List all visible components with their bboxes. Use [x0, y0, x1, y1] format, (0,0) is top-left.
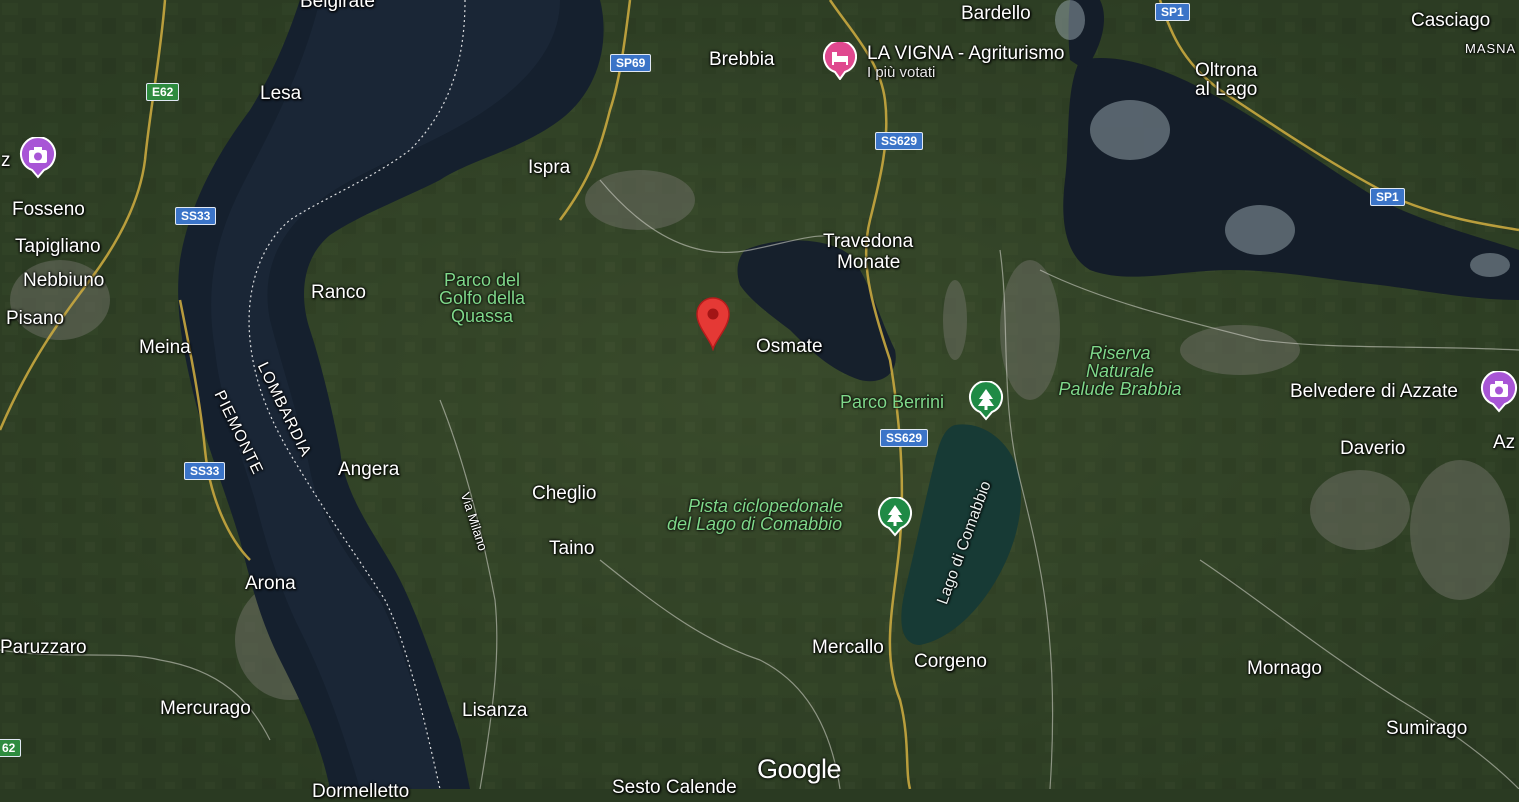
road-shield-ss629: SS629	[875, 132, 924, 150]
park-label-riserva-brabbia: Riserva Naturale Palude Brabbia	[1048, 344, 1192, 398]
place-label: Bardello	[961, 3, 1031, 24]
park-label-line: Naturale	[1085, 361, 1155, 381]
tree-icon	[878, 496, 912, 537]
place-label: Nebbiuno	[23, 270, 105, 291]
place-label: Corgeno	[914, 651, 987, 672]
place-label: Travedona	[823, 231, 914, 252]
place-label: Lisanza	[462, 700, 528, 721]
place-label: Mercallo	[812, 637, 884, 658]
road-shield-e62: E62	[146, 83, 180, 101]
place-label: Az	[1493, 432, 1516, 453]
camera-icon	[20, 136, 56, 179]
place-label: Belgirate	[300, 0, 375, 12]
place-label: MASNA	[1465, 41, 1517, 56]
place-label: Oltrona	[1195, 60, 1258, 81]
place-label: Sesto Calende	[612, 777, 737, 798]
place-label: Monate	[837, 252, 901, 273]
place-label: Ranco	[311, 282, 366, 303]
poi-parco-berrini[interactable]	[968, 380, 1004, 426]
road-shield-e62-partial: 62	[0, 739, 22, 757]
place-label: Pisano	[6, 308, 65, 329]
place-label: Brebbia	[709, 49, 775, 70]
park-label-line: Palude Brabbia	[1058, 379, 1182, 399]
park-label-line: Golfo della	[438, 288, 526, 308]
tree-icon	[969, 380, 1003, 421]
place-label: Paruzzaro	[0, 637, 87, 658]
park-label-line: Quassa	[450, 306, 514, 326]
poi-name: Belvedere di Azzate	[1290, 381, 1458, 402]
poi-subtitle: I più votati	[867, 64, 936, 81]
bed-icon	[823, 42, 857, 80]
place-label: Arona	[245, 573, 296, 594]
place-label: al Lago	[1195, 79, 1258, 100]
poi-camera-left[interactable]	[19, 136, 57, 184]
place-label: Casciago	[1411, 10, 1491, 31]
road-shield-ss629: SS629	[880, 429, 929, 447]
place-label: Dormelletto	[312, 781, 410, 802]
place-label: Taino	[549, 538, 595, 559]
place-label: Meina	[139, 337, 191, 358]
place-label: Ispra	[528, 157, 571, 178]
map-pin-icon	[696, 297, 730, 352]
park-label-line: del Lago di Comabbio	[666, 514, 843, 534]
road-shield-sp1: SP1	[1155, 3, 1190, 21]
google-logo: Google	[757, 754, 842, 784]
road-shield-ss33: SS33	[175, 207, 217, 225]
park-label-line: Pista ciclopedonale	[688, 496, 844, 516]
place-label: Tapigliano	[15, 236, 101, 257]
place-label: Fosseno	[12, 199, 85, 220]
selected-location-pin[interactable]	[693, 295, 733, 356]
place-label: Mornago	[1247, 658, 1322, 679]
place-label: Daverio	[1340, 438, 1406, 459]
road-shield-sp1: SP1	[1370, 188, 1405, 206]
place-label: Lesa	[260, 83, 302, 104]
road-shield-ss33: SS33	[184, 462, 226, 480]
park-label-line: Riserva	[1089, 343, 1151, 363]
place-label: z	[1, 150, 11, 171]
poi-pista-ciclopedonale[interactable]	[877, 496, 913, 542]
place-label: Angera	[338, 459, 400, 480]
place-label: Osmate	[756, 336, 823, 357]
place-label: Cheglio	[532, 483, 597, 504]
poi-name: LA VIGNA - Agriturismo	[867, 43, 1065, 64]
park-label-golfo-quassa: Parco del Golfo della Quassa	[432, 271, 532, 325]
park-label-pista-ciclopedonale: Pista ciclopedonale del Lago di Comabbio	[666, 497, 843, 533]
park-label-berrini: Parco Berrini	[840, 392, 945, 412]
camera-icon	[1481, 371, 1517, 413]
park-label-line: Parco del	[443, 270, 521, 290]
place-label: Mercurago	[160, 698, 251, 719]
road-shield-sp69: SP69	[610, 54, 652, 72]
place-label: Sumirago	[1386, 718, 1468, 739]
